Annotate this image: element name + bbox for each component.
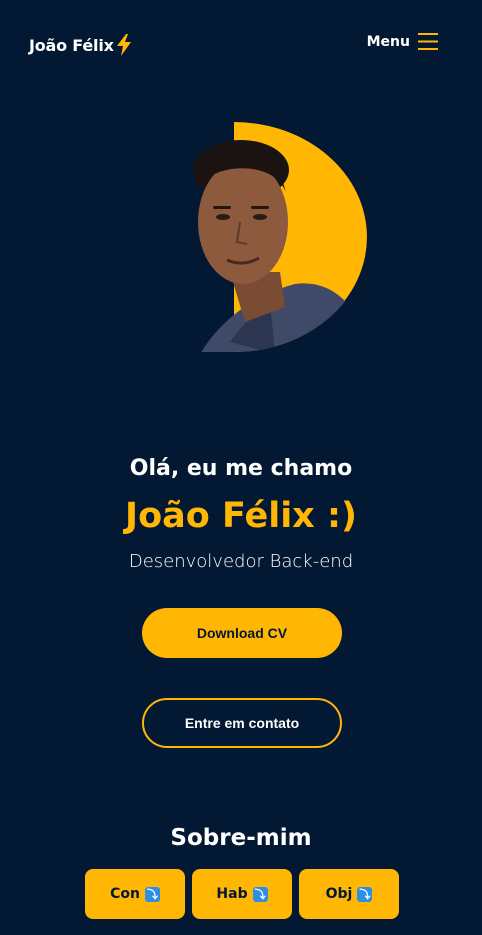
contact-button[interactable]: Entre em contato [142, 698, 342, 748]
page: João Félix Menu Olá, eu me chamo João Fé… [0, 0, 482, 935]
arrow-down-right-icon: ⤵ [144, 886, 160, 902]
tab-label: Obj [325, 886, 353, 902]
arrow-down-right-icon: ⤵ [357, 886, 373, 902]
tab-con[interactable]: Con ⤵ [85, 869, 185, 919]
tab-label: Hab [216, 886, 248, 902]
menu-button[interactable]: Menu [367, 33, 438, 50]
tab-label: Con [110, 886, 140, 902]
hero-role: Desenvolvedor Back-end [128, 551, 354, 572]
logo-link[interactable]: João Félix [29, 34, 132, 56]
tab-obj[interactable]: Obj ⤵ [299, 869, 399, 919]
hamburger-icon [418, 33, 438, 50]
tab-hab[interactable]: Hab ⤵ [192, 869, 292, 919]
about-tabs: Con ⤵ Hab ⤵ Obj ⤵ [85, 869, 399, 919]
download-cv-button[interactable]: Download CV [142, 608, 342, 658]
logo-text: João Félix [29, 35, 114, 55]
profile-photo [185, 122, 369, 354]
hero-name: João Félix :) [125, 496, 357, 536]
menu-label: Menu [366, 33, 410, 50]
about-title: Sobre-mim [170, 825, 312, 851]
hero-greeting: Olá, eu me chamo [129, 456, 353, 481]
lightning-bolt-icon [116, 34, 132, 56]
arrow-down-right-icon: ⤵ [252, 886, 268, 902]
